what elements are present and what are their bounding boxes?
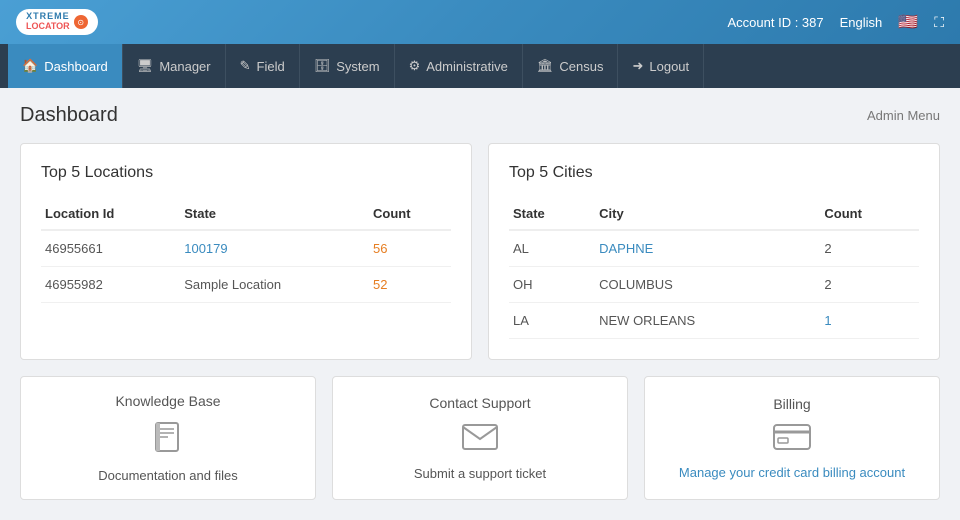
- nav-item-census[interactable]: 🏛 Census: [523, 44, 619, 88]
- table-row: OH COLUMBUS 2: [509, 267, 919, 303]
- header-right: Account ID : 387 English 🇺🇸 ⛶: [728, 12, 945, 32]
- logout-icon: ➜: [632, 58, 643, 74]
- admin-menu-link[interactable]: Admin Menu: [867, 108, 940, 123]
- knowledge-base-title: Knowledge Base: [115, 393, 220, 409]
- nav-label-dashboard: Dashboard: [44, 59, 108, 74]
- city-state-1: AL: [509, 230, 595, 267]
- main-content: Dashboard Admin Menu Top 5 Locations Loc…: [0, 88, 960, 516]
- city-count-3: 1: [820, 303, 919, 339]
- census-icon: 🏛: [537, 58, 554, 74]
- nav-item-logout[interactable]: ➜ Logout: [618, 44, 704, 88]
- page-title: Dashboard: [20, 104, 118, 127]
- nav-item-field[interactable]: ✎ Field: [226, 44, 300, 88]
- nav-item-manager[interactable]: 🖥 Manager: [123, 44, 226, 88]
- administrative-icon: ⚙: [409, 58, 421, 74]
- cities-col-state: State: [509, 198, 595, 230]
- nav-label-system: System: [336, 59, 379, 74]
- page-header: Dashboard Admin Menu: [20, 104, 940, 127]
- nav-label-administrative: Administrative: [426, 59, 508, 74]
- book-icon: [150, 419, 186, 458]
- nav-item-system[interactable]: 🗄 System: [300, 44, 395, 88]
- location-count-2: 52: [369, 267, 451, 303]
- top5-cities-title: Top 5 Cities: [509, 164, 919, 182]
- location-state-1: 100179: [180, 230, 369, 267]
- fullscreen-icon[interactable]: ⛶: [934, 14, 944, 31]
- locations-col-count: Count: [369, 198, 451, 230]
- contact-support-card: Contact Support Submit a support ticket: [332, 376, 628, 500]
- location-id-1: 46955661: [41, 230, 180, 267]
- location-id-2: 46955982: [41, 267, 180, 303]
- nav-label-field: Field: [257, 59, 285, 74]
- city-count-1: 2: [820, 230, 919, 267]
- table-row: LA NEW ORLEANS 1: [509, 303, 919, 339]
- city-state-3: LA: [509, 303, 595, 339]
- city-state-2: OH: [509, 267, 595, 303]
- city-count-2: 2: [820, 267, 919, 303]
- nav-item-dashboard[interactable]: 🏠 Dashboard: [8, 44, 123, 88]
- nav-item-administrative[interactable]: ⚙ Administrative: [395, 44, 523, 88]
- billing-title: Billing: [773, 396, 810, 412]
- table-row: 46955661 100179 56: [41, 230, 451, 267]
- table-row: AL DAPHNE 2: [509, 230, 919, 267]
- city-name-2: COLUMBUS: [595, 267, 820, 303]
- top5-cities-table: State City Count AL DAPHNE 2 OH COLUMBUS…: [509, 198, 919, 339]
- top5-locations-card: Top 5 Locations Location Id State Count …: [20, 143, 472, 360]
- logo-container: XTREME LOCATOR ⊙: [16, 9, 98, 35]
- cities-col-count: Count: [820, 198, 919, 230]
- manager-icon: 🖥: [137, 58, 154, 74]
- logo: XTREME LOCATOR ⊙: [16, 9, 98, 35]
- billing-link[interactable]: Manage your credit card billing account: [679, 465, 905, 480]
- knowledge-base-description: Documentation and files: [98, 468, 237, 483]
- header: XTREME LOCATOR ⊙ Account ID : 387 Englis…: [0, 0, 960, 44]
- top5-cities-card: Top 5 Cities State City Count AL DAPHNE …: [488, 143, 940, 360]
- nav-label-logout: Logout: [649, 59, 689, 74]
- table-row: 46955982 Sample Location 52: [41, 267, 451, 303]
- billing-card: Billing Manage your credit card billing …: [644, 376, 940, 500]
- location-state-2: Sample Location: [180, 267, 369, 303]
- city-name-1: DAPHNE: [595, 230, 820, 267]
- contact-support-title: Contact Support: [429, 395, 530, 411]
- nav-label-manager: Manager: [159, 59, 210, 74]
- cities-col-city: City: [595, 198, 820, 230]
- field-icon: ✎: [240, 58, 251, 74]
- contact-support-description: Submit a support ticket: [414, 466, 546, 481]
- top-cards-row: Top 5 Locations Location Id State Count …: [20, 143, 940, 360]
- logo-bottom: LOCATOR: [26, 22, 70, 32]
- bottom-cards-row: Knowledge Base Documentation and files C…: [20, 376, 940, 500]
- top5-locations-table: Location Id State Count 46955661 100179 …: [41, 198, 451, 303]
- flag-icon: 🇺🇸: [898, 12, 918, 32]
- system-icon: 🗄: [314, 58, 331, 74]
- logo-target-icon: ⊙: [74, 15, 88, 29]
- location-count-1: 56: [369, 230, 451, 267]
- account-id-label: Account ID : 387: [728, 15, 824, 30]
- envelope-icon: [461, 421, 499, 456]
- knowledge-base-card: Knowledge Base Documentation and files: [20, 376, 316, 500]
- language-label: English: [840, 15, 883, 30]
- locations-col-id: Location Id: [41, 198, 180, 230]
- top5-locations-title: Top 5 Locations: [41, 164, 451, 182]
- home-icon: 🏠: [22, 58, 38, 74]
- nav-label-census: Census: [559, 59, 603, 74]
- credit-card-icon: [772, 422, 812, 455]
- main-nav: 🏠 Dashboard 🖥 Manager ✎ Field 🗄 System ⚙…: [0, 44, 960, 88]
- city-name-3: NEW ORLEANS: [595, 303, 820, 339]
- locations-col-state: State: [180, 198, 369, 230]
